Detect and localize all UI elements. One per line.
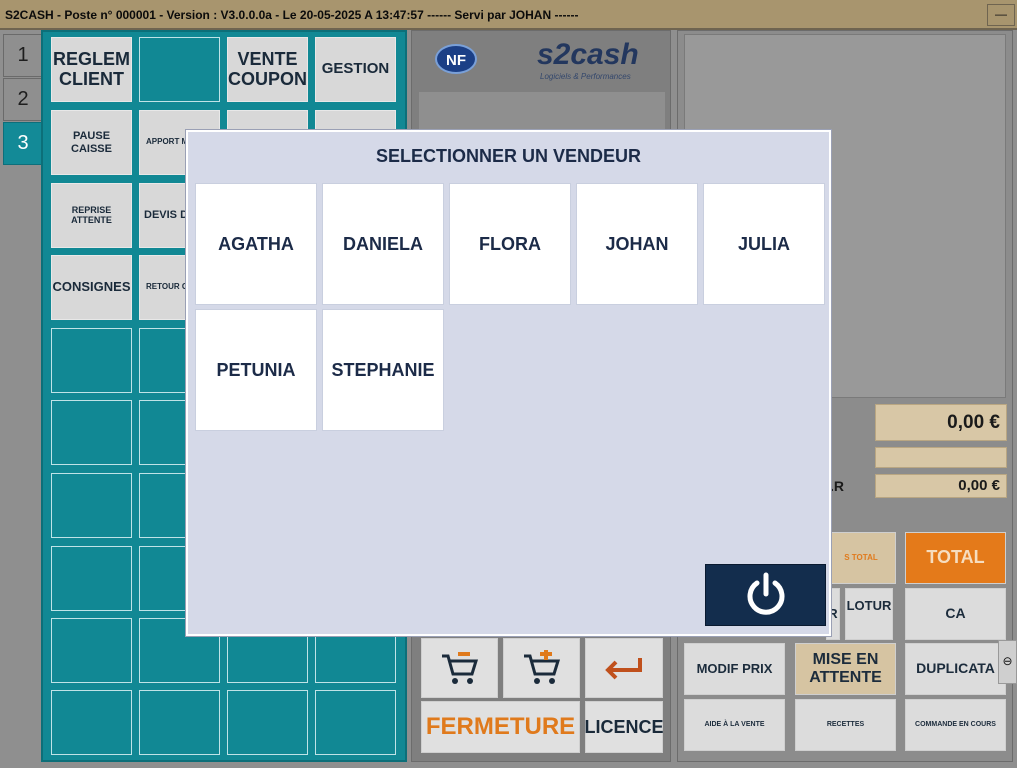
s2cash-logo-subtitle: Logiciels & Performances: [540, 72, 631, 81]
ca-button[interactable]: CA: [905, 588, 1006, 640]
vendor-petunia[interactable]: PETUNIA: [195, 309, 317, 431]
empty-button[interactable]: [51, 690, 132, 755]
duplicata-button[interactable]: DUPLICATA: [905, 643, 1006, 695]
modif-prix-button[interactable]: MODIF PRIX: [684, 643, 785, 695]
reglem-client-button[interactable]: REGLEM CLIENT: [51, 37, 132, 102]
side-panel-toggle[interactable]: ⊖: [998, 640, 1017, 684]
empty-button[interactable]: [139, 690, 220, 755]
vente-coupon-button[interactable]: VENTE COUPON: [227, 37, 308, 102]
s2cash-logo: s2cash Logiciels & Performances: [537, 38, 639, 84]
empty-button[interactable]: [51, 473, 132, 538]
s2cash-logo-text: s2cash: [537, 38, 639, 71]
vendor-daniela[interactable]: DANIELA: [322, 183, 444, 305]
window-title: S2CASH - Poste n° 000001 - Version : V3.…: [5, 8, 579, 22]
empty-button[interactable]: [51, 546, 132, 611]
cart-add-button[interactable]: [503, 638, 580, 698]
commande-en-cours-button[interactable]: COMMANDE EN COURS: [905, 699, 1006, 751]
sous-total-button[interactable]: S TOTAL: [826, 532, 896, 584]
amount-field: [875, 447, 1007, 468]
mise-en-attente-button[interactable]: MISE EN ATTENTE: [795, 643, 896, 695]
nf-logo: NF: [435, 44, 477, 74]
cloture-button[interactable]: LOTUR: [845, 588, 893, 640]
gestion-button[interactable]: GESTION: [315, 37, 396, 102]
vendor-julia[interactable]: JULIA: [703, 183, 825, 305]
fermeture-button[interactable]: FERMETURE: [421, 701, 580, 753]
empty-button[interactable]: [51, 400, 132, 465]
licence-button[interactable]: LICENCE: [585, 701, 664, 753]
consignes-button[interactable]: CONSIGNES: [51, 255, 132, 320]
pause-caisse-button[interactable]: PAUSE CAISSE: [51, 110, 132, 175]
recettes-button[interactable]: RECETTES: [795, 699, 896, 751]
vendor-agatha[interactable]: AGATHA: [195, 183, 317, 305]
tab-3[interactable]: 3: [3, 122, 43, 165]
power-icon: [747, 572, 784, 615]
cart-minus-icon: [441, 652, 478, 684]
enter-arrow-icon: [605, 658, 642, 680]
title-bar: S2CASH - Poste n° 000001 - Version : V3.…: [0, 0, 1017, 30]
empty-button[interactable]: [51, 328, 132, 393]
vendor-flora[interactable]: FLORA: [449, 183, 571, 305]
total-button[interactable]: TOTAL: [905, 532, 1006, 584]
empty-button[interactable]: [51, 618, 132, 683]
amount-label: .R: [830, 478, 844, 494]
vendor-select-dialog: SELECTIONNER UN VENDEUR AGATHA DANIELA F…: [186, 130, 831, 636]
empty-button[interactable]: [139, 37, 220, 102]
reprise-attente-button[interactable]: REPRISE ATTENTE: [51, 183, 132, 248]
secondary-amount: 0,00 €: [875, 474, 1007, 498]
aide-vente-button[interactable]: AIDE À LA VENTE: [684, 699, 785, 751]
dialog-title: SELECTIONNER UN VENDEUR: [375, 146, 642, 166]
power-button[interactable]: [705, 564, 826, 626]
cart-plus-icon: [523, 650, 560, 684]
vendor-stephanie[interactable]: STEPHANIE: [322, 309, 444, 431]
empty-button[interactable]: [227, 690, 308, 755]
cart-remove-button[interactable]: [421, 638, 498, 698]
minimize-button[interactable]: —: [987, 4, 1015, 26]
tab-1[interactable]: 1: [3, 34, 43, 77]
tab-2[interactable]: 2: [3, 78, 43, 121]
empty-button[interactable]: [315, 690, 396, 755]
total-amount: 0,00 €: [875, 404, 1007, 441]
enter-button[interactable]: [585, 638, 663, 698]
vendor-johan[interactable]: JOHAN: [576, 183, 698, 305]
